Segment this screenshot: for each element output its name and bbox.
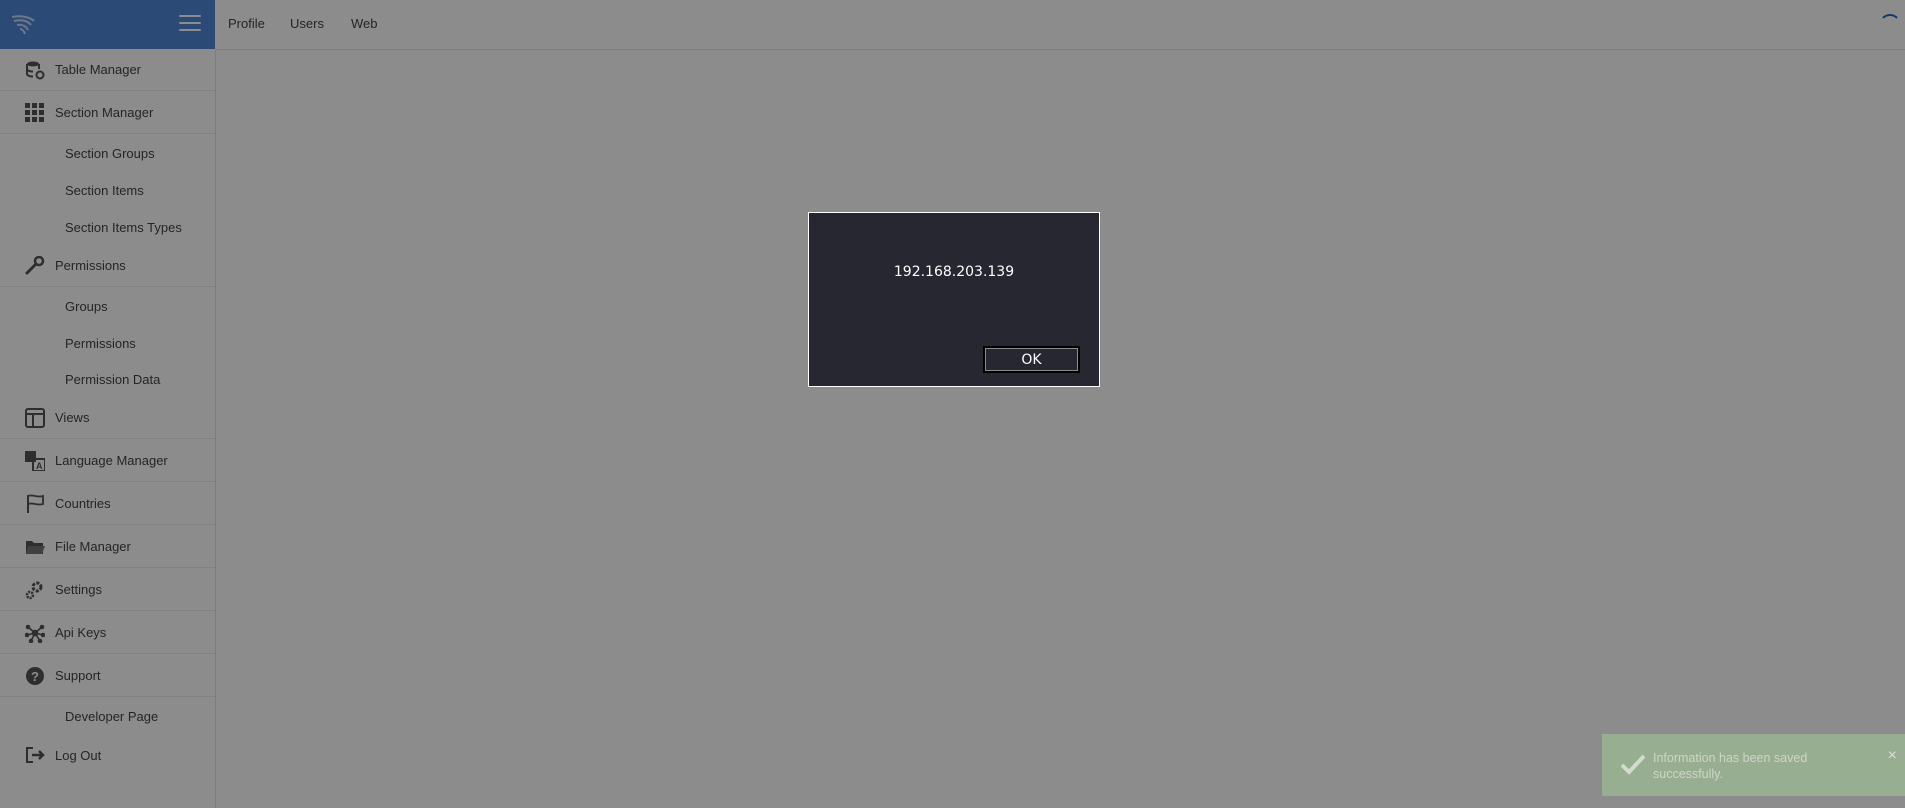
modal-overlay <box>0 0 1905 808</box>
toast-close-icon[interactable]: × <box>1888 747 1897 765</box>
alert-message: 192.168.203.139 <box>893 264 1015 280</box>
success-toast: Information has been saved successfully.… <box>1602 734 1905 796</box>
checkmark-icon <box>1620 754 1646 775</box>
toast-message: Information has been saved successfully. <box>1653 751 1808 781</box>
alert-dialog: 192.168.203.139 OK <box>808 212 1100 387</box>
ok-button[interactable]: OK <box>983 346 1080 373</box>
